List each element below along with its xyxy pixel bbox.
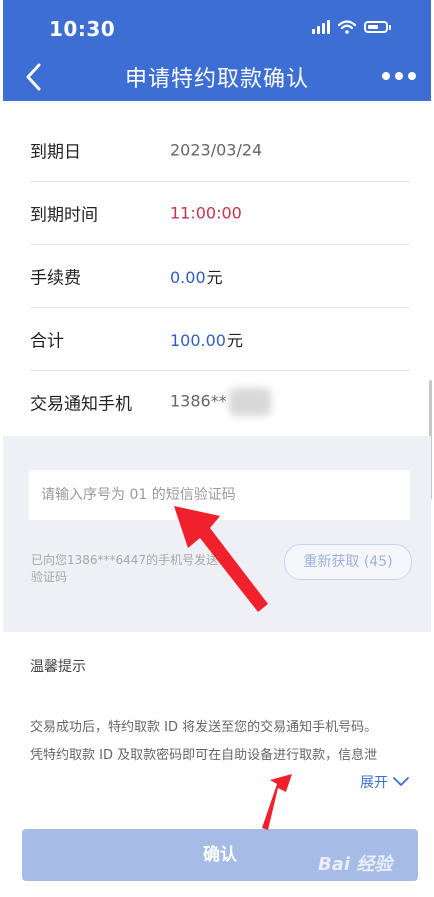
row-label: 交易通知手机 [30, 394, 132, 414]
app-header: 10:30 申请特约取款确认 [3, 0, 431, 101]
detail-row-due-date: 到期日 2023/03/24 [30, 118, 410, 182]
row-label: 手续费 [30, 268, 81, 288]
page-title: 申请特约取款确认 [124, 67, 309, 92]
status-icons [312, 20, 391, 34]
row-value: 2023/03/24 [170, 140, 263, 159]
due-time-value: 11:00:00 [170, 203, 242, 222]
signal-icon [312, 20, 330, 34]
annotation-arrow-icon [174, 506, 268, 612]
more-dot-icon [408, 72, 416, 80]
total-unit: 元 [226, 330, 243, 350]
status-time: 10:30 [49, 17, 116, 41]
row-value: 11:00:00 [170, 203, 242, 222]
more-dot-icon [382, 72, 390, 80]
row-value: 100.00元 [170, 327, 243, 351]
blurred-phone-digits [228, 387, 271, 416]
battery-tip [389, 24, 391, 30]
resend-code-button[interactable]: 重新获取 (45) [284, 544, 412, 580]
more-button[interactable] [382, 64, 416, 88]
detail-row-phone: 交易通知手机 1386** [30, 370, 410, 433]
row-label: 到期日 [30, 142, 81, 162]
wifi-icon [338, 20, 356, 34]
tips-text-line: 凭特约取款 ID 及取款密码即可在自助设备进行取款，信息泄 [30, 748, 378, 763]
expand-button[interactable]: 展开 [360, 772, 410, 792]
row-label: 到期时间 [30, 205, 98, 225]
tips-text-line: 交易成功后，特约取款 ID 将发送至您的交易通知手机号码。 [30, 720, 378, 735]
fee-amount: 0.00 [170, 267, 206, 287]
row-value: 0.00元 [170, 264, 223, 288]
annotation-arrow-icon [262, 774, 292, 830]
expand-label: 展开 [360, 775, 388, 791]
more-dot-icon [395, 72, 403, 80]
detail-row-due-time: 到期时间 11:00:00 [30, 181, 410, 245]
watermark: Bai 经验 [318, 854, 393, 875]
total-amount: 100.00 [170, 330, 226, 350]
battery-icon [364, 21, 388, 33]
row-label: 合计 [30, 331, 64, 351]
chevron-down-icon [393, 777, 409, 786]
phone-value: 1386** [170, 391, 227, 410]
detail-row-fee: 手续费 0.00元 [30, 244, 410, 308]
detail-row-total: 合计 100.00元 [30, 307, 410, 371]
row-value: 1386** [170, 387, 271, 416]
fee-unit: 元 [206, 267, 223, 287]
tips-title: 温馨提示 [30, 659, 86, 675]
